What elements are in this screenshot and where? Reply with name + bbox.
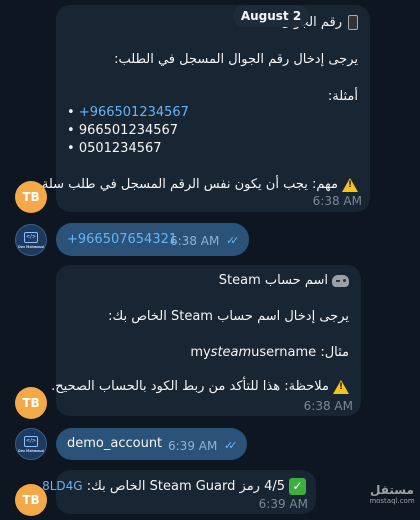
- message-text: يرجى إدخال رقم الجوال المسجل في الطلب:: [114, 52, 358, 67]
- avatar-tb[interactable]: TB: [15, 181, 47, 213]
- code-logo-icon: </>: [24, 435, 38, 447]
- avatar-tb[interactable]: TB: [15, 484, 47, 516]
- incoming-message-steam-request[interactable]: اسم حساب Steam يرجى إدخال اسم حساب Steam…: [51, 265, 361, 416]
- phone-link[interactable]: +966507654321: [67, 232, 177, 247]
- message-title: اسم حساب Steam: [219, 273, 349, 288]
- message-time: 6:38 AM: [170, 234, 220, 248]
- avatar-dev-mahmoud[interactable]: </> Dev Mahmoud: [15, 224, 47, 256]
- code-logo-icon: </>: [24, 231, 38, 243]
- message-time: 6:38 AM: [303, 399, 353, 413]
- mostaql-watermark: مستقل mostaql.com: [369, 483, 415, 505]
- message-time: 6:39 AM: [258, 497, 308, 511]
- important-note: مهم: يجب أن يكون نفس الرقم المسجل في طلب…: [38, 177, 358, 192]
- message-text: ✓4/5 رمز Steam Guard الخاص بك: 8LD4G: [42, 478, 306, 495]
- message-time: 6:39 AM: [168, 439, 218, 453]
- phone-link[interactable]: +966501234567: [79, 105, 189, 120]
- example-phone-1[interactable]: • +966501234567: [67, 105, 189, 120]
- gamepad-icon: [332, 274, 349, 287]
- warning-icon: [333, 379, 349, 394]
- phone-icon: [348, 15, 358, 30]
- incoming-message-phone-request[interactable]: رقم الجوال يرجى إدخال رقم الجوال المسجل …: [38, 5, 370, 212]
- warning-icon: [342, 177, 358, 192]
- checkmark-icon: ✓: [289, 478, 306, 495]
- note-line: ملاحظة: هذا للتأكد من ربط الكود بالحساب …: [51, 379, 349, 394]
- read-ticks-icon: ✓✓: [224, 439, 238, 452]
- outgoing-message-account[interactable]: demo_account 6:39 AM ✓✓: [56, 428, 247, 460]
- message-time: 6:38 AM: [312, 194, 362, 208]
- outgoing-message-phone[interactable]: +966507654321 6:38 AM ✓✓: [56, 223, 249, 256]
- read-ticks-icon: ✓✓: [226, 234, 240, 247]
- steam-guard-code[interactable]: 8LD4G: [42, 479, 83, 493]
- avatar-dev-mahmoud[interactable]: </> Dev Mahmoud: [15, 428, 47, 460]
- example-phone-3: • 0501234567: [67, 141, 162, 156]
- avatar-tb[interactable]: TB: [15, 387, 47, 419]
- message-text: demo_account: [67, 436, 163, 451]
- example-line: مثال: mysteamusername: [190, 345, 349, 360]
- example-phone-2: • 966501234567: [67, 123, 179, 138]
- examples-label: أمثلة:: [327, 89, 358, 104]
- incoming-message-steam-guard[interactable]: ✓4/5 رمز Steam Guard الخاص بك: 8LD4G 6:3…: [42, 470, 316, 514]
- date-badge: August 2: [233, 5, 309, 27]
- message-text: يرجى إدخال اسم حساب Steam الخاص بك:: [108, 309, 349, 324]
